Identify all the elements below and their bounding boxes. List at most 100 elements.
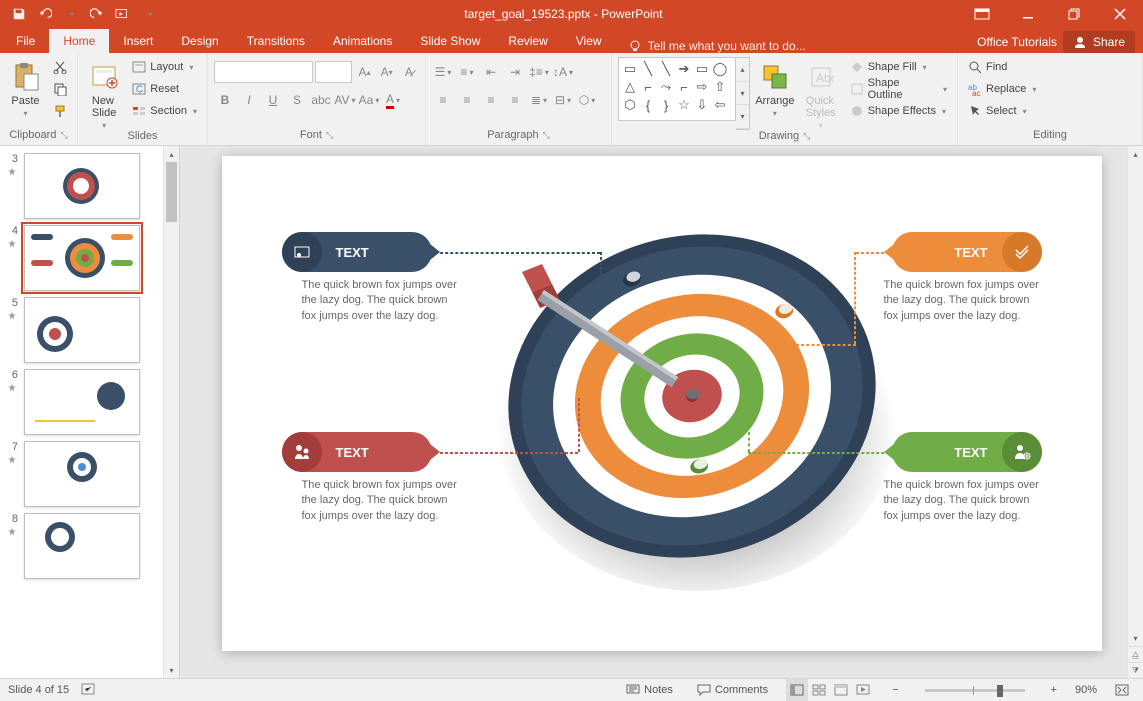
shape-arrow3-icon[interactable]: ⇧: [711, 78, 729, 96]
numbering-button[interactable]: ≡: [456, 61, 478, 83]
align-text-button[interactable]: ⊟: [552, 89, 574, 111]
shape-line-icon[interactable]: ╲: [639, 60, 657, 78]
font-size-combo[interactable]: [315, 61, 352, 83]
bullets-button[interactable]: ☰: [432, 61, 454, 83]
columns-button[interactable]: ≣: [528, 89, 550, 111]
shape-curve-icon[interactable]: ⤳: [657, 78, 675, 96]
thumbs-scrollbar[interactable]: ▴▾: [163, 146, 179, 678]
shape-arrow4-icon[interactable]: ⇩: [693, 96, 711, 114]
text-direction-button[interactable]: ↕A: [552, 61, 574, 83]
close-button[interactable]: [1097, 0, 1143, 28]
tab-transitions[interactable]: Transitions: [233, 29, 319, 53]
shape-rect2-icon[interactable]: ▭: [693, 60, 711, 78]
shapes-gallery-scroll[interactable]: ▴▾▾: [736, 57, 750, 130]
paragraph-launcher[interactable]: ⤡: [543, 130, 550, 141]
normal-view-button[interactable]: [786, 679, 808, 701]
thumb-6[interactable]: 6★: [0, 366, 179, 438]
undo-icon[interactable]: [34, 3, 56, 25]
redo-icon[interactable]: [86, 3, 108, 25]
shape-oval-icon[interactable]: ◯: [711, 60, 729, 78]
clipboard-launcher[interactable]: ⤡: [60, 130, 67, 141]
shape-elbow2-icon[interactable]: ⌐: [675, 78, 693, 96]
canvas-scrollbar-v[interactable]: ▴▾⧋⧩: [1127, 146, 1143, 678]
font-family-combo[interactable]: [214, 61, 313, 83]
layout-button[interactable]: Layout: [128, 57, 201, 77]
thumb-7[interactable]: 7★: [0, 438, 179, 510]
shape-tri-icon[interactable]: △: [621, 78, 639, 96]
italic-button[interactable]: I: [238, 89, 260, 111]
bold-button[interactable]: B: [214, 89, 236, 111]
paste-button[interactable]: Paste ▾: [6, 57, 45, 121]
increase-font-icon[interactable]: A▴: [354, 61, 374, 83]
shape-star-icon[interactable]: ☆: [675, 96, 693, 114]
shape-fill-button[interactable]: Shape Fill: [846, 57, 951, 77]
line-spacing-button[interactable]: ‡≡: [528, 61, 550, 83]
reading-view-button[interactable]: [830, 679, 852, 701]
decrease-indent-button[interactable]: ⇤: [480, 61, 502, 83]
qat-customize[interactable]: [138, 3, 160, 25]
shape-arrow-icon[interactable]: ➔: [675, 60, 693, 78]
spellcheck-icon[interactable]: [81, 682, 97, 699]
share-button[interactable]: Share: [1063, 31, 1135, 53]
shapes-gallery[interactable]: ▭╲╲➔▭◯ △⌐⤳⌐⇨⇧ ⬡{}☆⇩⇦: [618, 57, 736, 121]
decrease-font-icon[interactable]: A▾: [377, 61, 397, 83]
shape-arrow5-icon[interactable]: ⇦: [711, 96, 729, 114]
zoom-in-button[interactable]: +: [1045, 679, 1063, 701]
tell-me[interactable]: Tell me what you want to do...: [616, 39, 978, 53]
shape-hex-icon[interactable]: ⬡: [621, 96, 639, 114]
shape-elbow-icon[interactable]: ⌐: [639, 78, 657, 96]
tab-file[interactable]: File: [2, 29, 49, 53]
tab-view[interactable]: View: [562, 29, 616, 53]
minimize-button[interactable]: [1005, 0, 1051, 28]
clear-formatting-icon[interactable]: A̷: [399, 61, 419, 83]
zoom-level[interactable]: 90%: [1075, 684, 1097, 696]
shape-outline-button[interactable]: Shape Outline: [846, 79, 951, 99]
tab-home[interactable]: Home: [49, 29, 109, 53]
align-center-button[interactable]: ≡: [456, 89, 478, 111]
format-painter-button[interactable]: [49, 101, 71, 121]
smartart-button[interactable]: ⬡: [576, 89, 598, 111]
shape-effects-button[interactable]: Shape Effects: [846, 101, 951, 121]
char-spacing-button[interactable]: AV: [334, 89, 356, 111]
comments-button[interactable]: Comments: [691, 679, 774, 701]
sorter-view-button[interactable]: [808, 679, 830, 701]
tab-animations[interactable]: Animations: [319, 29, 406, 53]
section-button[interactable]: Section: [128, 101, 201, 121]
underline-button[interactable]: U: [262, 89, 284, 111]
tab-insert[interactable]: Insert: [109, 29, 167, 53]
shape-line2-icon[interactable]: ╲: [657, 60, 675, 78]
select-button[interactable]: Select: [964, 101, 1040, 121]
save-icon[interactable]: [8, 3, 30, 25]
shape-brace-l-icon[interactable]: {: [639, 96, 657, 114]
new-slide-button[interactable]: New Slide ▾: [84, 57, 124, 130]
notes-button[interactable]: Notes: [620, 679, 679, 701]
strikethrough-button[interactable]: S: [286, 89, 308, 111]
fit-to-window-button[interactable]: [1109, 679, 1135, 701]
quick-styles-button[interactable]: Abc Quick Styles▾: [800, 57, 842, 130]
find-button[interactable]: Find: [964, 57, 1040, 77]
tab-review[interactable]: Review: [494, 29, 561, 53]
zoom-out-button[interactable]: −: [886, 679, 904, 701]
cut-button[interactable]: [49, 57, 71, 77]
align-right-button[interactable]: ≡: [480, 89, 502, 111]
shape-arrow2-icon[interactable]: ⇨: [693, 78, 711, 96]
change-case-button[interactable]: Aa: [358, 89, 380, 111]
replace-button[interactable]: abacReplace: [964, 79, 1040, 99]
start-from-beginning-icon[interactable]: [112, 3, 134, 25]
shape-rect-icon[interactable]: ▭: [621, 60, 639, 78]
drawing-launcher[interactable]: ⤡: [803, 131, 810, 142]
thumb-5[interactable]: 5★: [0, 294, 179, 366]
ribbon-display-icon[interactable]: [959, 0, 1005, 28]
reset-button[interactable]: Reset: [128, 79, 201, 99]
align-left-button[interactable]: ≡: [432, 89, 454, 111]
undo-dropdown[interactable]: [60, 3, 82, 25]
tab-slideshow[interactable]: Slide Show: [406, 29, 494, 53]
thumb-4[interactable]: 4★: [0, 222, 179, 294]
office-tutorials-link[interactable]: Office Tutorials: [977, 35, 1057, 49]
thumb-3[interactable]: 3★: [0, 150, 179, 222]
slide[interactable]: TEXT The quick brown fox jumps over the …: [222, 156, 1102, 651]
shadow-button[interactable]: abc: [310, 89, 332, 111]
restore-button[interactable]: [1051, 0, 1097, 28]
copy-button[interactable]: [49, 79, 71, 99]
increase-indent-button[interactable]: ⇥: [504, 61, 526, 83]
